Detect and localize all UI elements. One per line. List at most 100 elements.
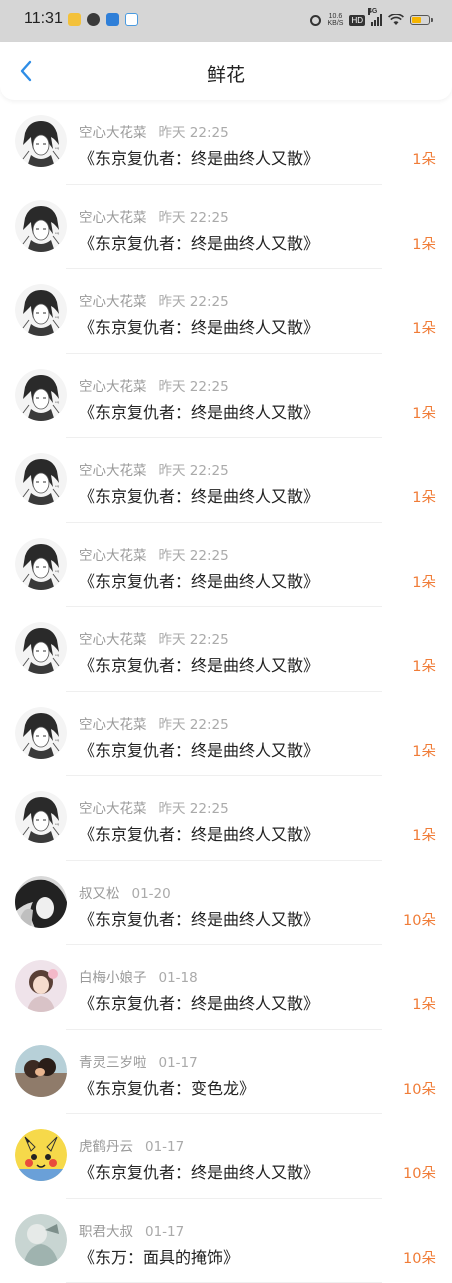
gift-meta: 空心大花菜昨天 22:25 xyxy=(79,290,229,310)
flower-count: 1朵 xyxy=(412,993,436,1014)
battery-level xyxy=(412,17,421,23)
gift-list-item[interactable]: sig 空心大花菜昨天 22:25 《东京复仇者：终是曲终人又散》 1朵 xyxy=(0,692,452,777)
avatar[interactable]: sig xyxy=(15,369,67,421)
cloud-app-icon xyxy=(125,13,138,26)
gift-time: 01-17 xyxy=(145,1224,184,1240)
notification-icons xyxy=(68,13,138,26)
gift-meta: 空心大花菜昨天 22:25 xyxy=(79,628,229,648)
avatar[interactable]: sig xyxy=(15,622,67,674)
avatar[interactable]: sig xyxy=(15,115,67,167)
sender-name[interactable]: 青灵三岁啦 xyxy=(79,1055,147,1071)
sender-name[interactable]: 叔又松 xyxy=(79,886,120,902)
flower-count: 10朵 xyxy=(403,1078,436,1099)
gift-list-item[interactable]: 职君大叔 01-17 《东万：面具的掩饰》 10朵 xyxy=(0,1199,452,1283)
flower-count: 1朵 xyxy=(412,571,436,592)
work-title[interactable]: 《东京复仇者：终是曲终人又散》 xyxy=(79,399,319,423)
gift-meta: 青灵三岁啦01-17 xyxy=(79,1051,198,1071)
avatar[interactable]: sig xyxy=(15,707,67,759)
work-title[interactable]: 《东京复仇者：终是曲终人又散》 xyxy=(79,314,319,338)
work-title[interactable]: 《东京复仇者：终是曲终人又散》 xyxy=(79,652,319,676)
work-title[interactable]: 《东京复仇者：终是曲终人又散》 xyxy=(79,737,319,761)
work-title[interactable]: 《东京复仇者：终是曲终人又散》 xyxy=(79,568,319,592)
signal-icon: 4G xyxy=(371,14,382,26)
work-title[interactable]: 《东京复仇者：终是曲终人又散》 xyxy=(79,990,319,1014)
gift-list-item[interactable]: sig 空心大花菜昨天 22:25 《东京复仇者：终是曲终人又散》 1朵 xyxy=(0,354,452,439)
gift-meta: 空心大花菜昨天 22:25 xyxy=(79,713,229,733)
svg-text:sig: sig xyxy=(55,146,59,150)
flower-count: 1朵 xyxy=(412,824,436,845)
sender-name[interactable]: 空心大花菜 xyxy=(79,801,147,817)
network-type: 4G xyxy=(368,8,370,15)
gift-list-item[interactable]: 青灵三岁啦01-17 《东京复仇者：变色龙》 10朵 xyxy=(0,1030,452,1115)
flower-count: 10朵 xyxy=(403,909,436,930)
gift-meta: 白梅小娘子01-18 xyxy=(79,966,198,986)
sender-name[interactable]: 空心大花菜 xyxy=(79,717,147,733)
gift-list-item[interactable]: 虎鹤丹云01-17 《东京复仇者：终是曲终人又散》 10朵 xyxy=(0,1114,452,1199)
gift-time: 昨天 22:25 xyxy=(159,125,229,141)
work-title[interactable]: 《东京复仇者：终是曲终人又散》 xyxy=(79,230,319,254)
page-title: 鲜花 xyxy=(0,60,452,87)
gift-list-item[interactable]: 叔又松 01-20 《东京复仇者：终是曲终人又散》 10朵 xyxy=(0,861,452,946)
gift-list-item[interactable]: sig 空心大花菜昨天 22:25 《东京复仇者：终是曲终人又散》 1朵 xyxy=(0,100,452,185)
gift-time: 昨天 22:25 xyxy=(159,801,229,817)
network-speed-value: 10.6 xyxy=(327,13,343,20)
sender-name[interactable]: 虎鹤丹云 xyxy=(79,1139,133,1155)
sender-name[interactable]: 空心大花菜 xyxy=(79,632,147,648)
gift-time: 01-17 xyxy=(145,1139,184,1155)
work-title[interactable]: 《东京复仇者：终是曲终人又散》 xyxy=(79,483,319,507)
gift-list-item[interactable]: sig 空心大花菜昨天 22:25 《东京复仇者：终是曲终人又散》 1朵 xyxy=(0,185,452,270)
sender-name[interactable]: 空心大花菜 xyxy=(79,463,147,479)
work-title[interactable]: 《东京复仇者：终是曲终人又散》 xyxy=(79,906,319,930)
flower-count: 10朵 xyxy=(403,1247,436,1268)
gift-meta: 空心大花菜昨天 22:25 xyxy=(79,375,229,395)
sender-name[interactable]: 空心大花菜 xyxy=(79,379,147,395)
avatar[interactable]: sig xyxy=(15,200,67,252)
gift-meta: 空心大花菜昨天 22:25 xyxy=(79,544,229,564)
gift-meta: 叔又松 01-20 xyxy=(79,882,171,902)
gift-time: 昨天 22:25 xyxy=(159,632,229,648)
sender-name[interactable]: 空心大花菜 xyxy=(79,294,147,310)
sender-name[interactable]: 空心大花菜 xyxy=(79,210,147,226)
gift-list-item[interactable]: sig 空心大花菜昨天 22:25 《东京复仇者：终是曲终人又散》 1朵 xyxy=(0,776,452,861)
gift-time: 昨天 22:25 xyxy=(159,548,229,564)
gift-list-item[interactable]: sig 空心大花菜昨天 22:25 《东京复仇者：终是曲终人又散》 1朵 xyxy=(0,523,452,608)
gift-list-item[interactable]: sig 空心大花菜昨天 22:25 《东京复仇者：终是曲终人又散》 1朵 xyxy=(0,438,452,523)
sender-name[interactable]: 空心大花菜 xyxy=(79,125,147,141)
alarm-icon xyxy=(310,15,321,26)
home-app-icon xyxy=(106,13,119,26)
sender-name[interactable]: 职君大叔 xyxy=(79,1224,133,1240)
avatar[interactable]: sig xyxy=(15,791,67,843)
sender-name[interactable]: 白梅小娘子 xyxy=(79,970,147,986)
avatar[interactable]: sig xyxy=(15,538,67,590)
battery-icon xyxy=(410,15,430,25)
gift-meta: 空心大花菜昨天 22:25 xyxy=(79,121,229,141)
status-indicators: 10.6 KB/S HD 4G xyxy=(310,10,430,30)
gift-list-item[interactable]: sig 空心大花菜昨天 22:25 《东京复仇者：终是曲终人又散》 1朵 xyxy=(0,607,452,692)
avatar[interactable] xyxy=(15,1129,67,1181)
flower-count: 1朵 xyxy=(412,148,436,169)
avatar[interactable] xyxy=(15,1045,67,1097)
work-title[interactable]: 《东万：面具的掩饰》 xyxy=(79,1244,239,1268)
app-notification-icon xyxy=(68,13,81,26)
wechat-icon xyxy=(87,13,100,26)
hd-badge: HD xyxy=(349,15,365,26)
sender-name[interactable]: 空心大花菜 xyxy=(79,548,147,564)
flower-count: 1朵 xyxy=(412,655,436,676)
gift-time: 昨天 22:25 xyxy=(159,210,229,226)
work-title[interactable]: 《东京复仇者：终是曲终人又散》 xyxy=(79,145,319,169)
svg-text:sig: sig xyxy=(55,738,59,742)
gift-list-item[interactable]: 白梅小娘子01-18 《东京复仇者：终是曲终人又散》 1朵 xyxy=(0,945,452,1030)
avatar[interactable] xyxy=(15,876,67,928)
gift-list-item[interactable]: sig 空心大花菜昨天 22:25 《东京复仇者：终是曲终人又散》 1朵 xyxy=(0,269,452,354)
avatar[interactable]: sig xyxy=(15,284,67,336)
avatar[interactable] xyxy=(15,960,67,1012)
work-title[interactable]: 《东京复仇者：终是曲终人又散》 xyxy=(79,1159,319,1183)
avatar[interactable] xyxy=(15,1214,67,1266)
svg-text:sig: sig xyxy=(55,484,59,488)
nav-bar: 鲜花 xyxy=(0,42,452,100)
gift-time: 01-20 xyxy=(132,886,171,902)
network-speed-unit: KB/S xyxy=(327,20,343,27)
avatar[interactable]: sig xyxy=(15,453,67,505)
work-title[interactable]: 《东京复仇者：变色龙》 xyxy=(79,1075,255,1099)
work-title[interactable]: 《东京复仇者：终是曲终人又散》 xyxy=(79,821,319,845)
